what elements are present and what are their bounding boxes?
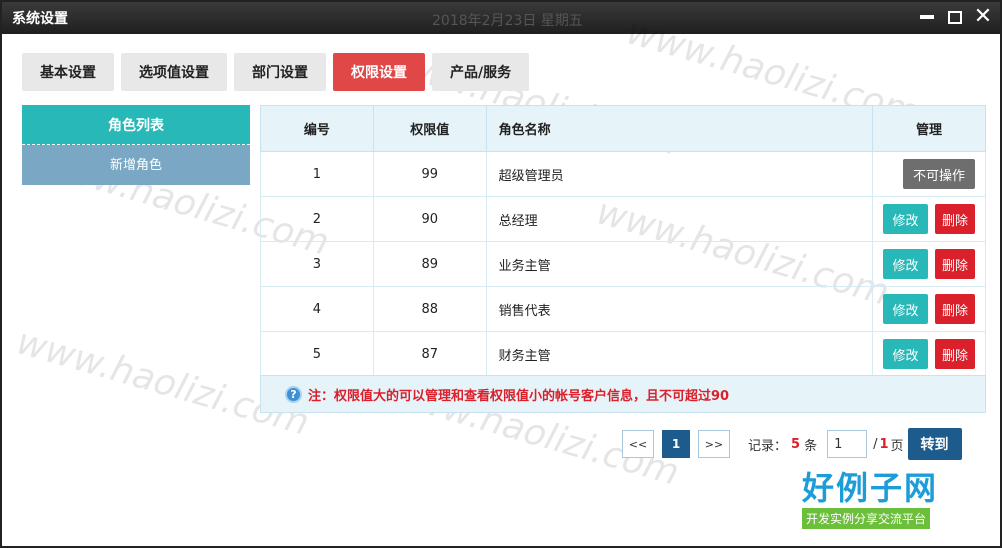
- minimize-button[interactable]: [918, 6, 936, 28]
- cell-role-name: 销售代表: [485, 286, 874, 332]
- permission-note-text: 注：权限值大的可以管理和查看权限值小的帐号客户信息，且不可超过90: [308, 388, 730, 404]
- row-actions: 修改 删除: [873, 294, 985, 324]
- cell-permission-value: 90: [372, 196, 487, 242]
- cell-permission-value: 87: [372, 331, 487, 377]
- site-logo: 好例子网 开发实例分享交流平台: [802, 472, 972, 542]
- delete-button[interactable]: 删除: [935, 249, 975, 279]
- records-unit: 条: [804, 438, 818, 454]
- no-action-badge: 不可操作: [903, 159, 975, 189]
- cell-permission-value: 99: [372, 151, 487, 197]
- total-pages-suffix: 页: [890, 438, 904, 454]
- window-title: 系统设置: [12, 11, 68, 27]
- page-number-input[interactable]: [827, 430, 868, 458]
- delete-button[interactable]: 删除: [935, 339, 975, 369]
- cell-permission-value: 88: [372, 286, 487, 332]
- pager-current-page[interactable]: 1: [662, 430, 690, 458]
- role-table: 编号 权限值 角色名称 管理 1 99 超级管理员 不可操作 2 90 总经理 …: [260, 105, 986, 377]
- cell-role-name: 超级管理员: [485, 151, 874, 197]
- maximize-button[interactable]: [946, 6, 964, 28]
- cell-role-name: 总经理: [485, 196, 874, 242]
- tab-permission-settings[interactable]: 权限设置: [333, 53, 425, 91]
- total-pages: 1: [879, 436, 889, 452]
- edit-button[interactable]: 修改: [883, 249, 928, 279]
- row-actions: 修改 删除: [873, 339, 985, 369]
- cell-id: 2: [260, 196, 374, 242]
- cell-id: 4: [260, 286, 374, 332]
- table-row: 1 99 超级管理员 不可操作: [260, 151, 986, 197]
- delete-button[interactable]: 删除: [935, 204, 975, 234]
- total-pages-prefix: /: [873, 436, 878, 452]
- column-header-id: 编号: [260, 105, 374, 152]
- cell-manage: 修改 删除: [872, 331, 986, 377]
- table-row: 2 90 总经理 修改 删除: [260, 196, 986, 242]
- cell-id: 5: [260, 331, 374, 377]
- window-title-ghost-text: 2018年2月23日 星期五: [432, 13, 583, 29]
- logo-main-text: 好例子网: [802, 469, 939, 507]
- pager-first-button[interactable]: <<: [622, 430, 654, 458]
- cell-manage: 修改 删除: [872, 286, 986, 332]
- settings-window: 系统设置 2018年2月23日 星期五 ✕ www.haolizi.com ww…: [0, 0, 1002, 548]
- cell-role-name: 业务主管: [485, 241, 874, 287]
- cell-manage: 不可操作: [872, 151, 986, 197]
- row-actions: 修改 删除: [873, 204, 985, 234]
- row-actions: 修改 删除: [873, 249, 985, 279]
- edit-button[interactable]: 修改: [883, 294, 928, 324]
- window-controls: ✕: [918, 6, 992, 28]
- cell-permission-value: 89: [372, 241, 487, 287]
- minimize-icon: [920, 15, 934, 19]
- logo-sub-text: 开发实例分享交流平台: [802, 508, 931, 529]
- role-sidebar: 角色列表 新增角色: [22, 105, 250, 185]
- table-row: 4 88 销售代表 修改 删除: [260, 286, 986, 332]
- permission-note: ? 注：权限值大的可以管理和查看权限值小的帐号客户信息，且不可超过90: [260, 375, 986, 413]
- tab-department-settings[interactable]: 部门设置: [234, 53, 326, 91]
- row-actions: 不可操作: [873, 159, 985, 189]
- column-header-permission-value: 权限值: [372, 105, 487, 152]
- edit-button[interactable]: 修改: [883, 204, 928, 234]
- close-button[interactable]: ✕: [974, 6, 992, 28]
- help-icon: ?: [285, 385, 302, 403]
- cell-manage: 修改 删除: [872, 196, 986, 242]
- tab-products-services[interactable]: 产品/服务: [432, 53, 530, 91]
- tab-option-settings[interactable]: 选项值设置: [121, 53, 227, 91]
- column-header-manage: 管理: [872, 105, 986, 152]
- pager-next-button[interactable]: >>: [698, 430, 730, 458]
- tab-basic-settings[interactable]: 基本设置: [22, 53, 114, 91]
- records-count: 5: [791, 436, 801, 452]
- table-row: 3 89 业务主管 修改 删除: [260, 241, 986, 287]
- window-titlebar[interactable]: 系统设置 2018年2月23日 星期五 ✕: [2, 2, 1000, 34]
- add-role-button[interactable]: 新增角色: [22, 145, 250, 185]
- edit-button[interactable]: 修改: [883, 339, 928, 369]
- cell-id: 3: [260, 241, 374, 287]
- table-row: 5 87 财务主管 修改 删除: [260, 331, 986, 377]
- close-icon: ✕: [973, 4, 993, 29]
- cell-role-name: 财务主管: [485, 331, 874, 377]
- role-list-header: 角色列表: [22, 105, 250, 145]
- cell-manage: 修改 删除: [872, 241, 986, 287]
- column-header-role-name: 角色名称: [485, 105, 874, 152]
- delete-button[interactable]: 删除: [935, 294, 975, 324]
- pagination: << 1 >> 记录： 5 条 / 1 页 转到: [622, 428, 962, 460]
- cell-id: 1: [260, 151, 374, 197]
- records-label: 记录：: [748, 438, 788, 454]
- maximize-icon: [948, 10, 962, 24]
- go-to-page-button[interactable]: 转到: [907, 428, 962, 460]
- settings-tabs: 基本设置 选项值设置 部门设置 权限设置 产品/服务: [22, 53, 530, 91]
- table-header-row: 编号 权限值 角色名称 管理: [260, 105, 986, 152]
